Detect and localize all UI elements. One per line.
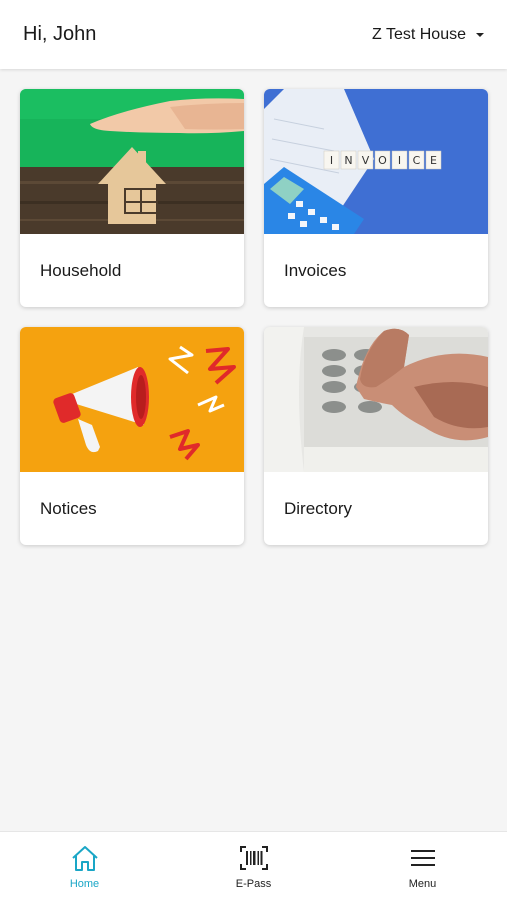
- barcode-icon: [238, 842, 270, 874]
- nav-home-label: Home: [69, 878, 100, 890]
- svg-text:N: N: [344, 154, 352, 167]
- household-image: [20, 89, 244, 234]
- caret-down-icon: [476, 32, 484, 37]
- house-selector-dropdown[interactable]: Z Test House: [372, 26, 484, 44]
- directory-label: Directory: [284, 498, 353, 518]
- greeting-text: Hi, John: [23, 23, 97, 45]
- svg-text:C: C: [413, 154, 421, 167]
- top-bar: Hi, John Z Test House: [0, 0, 507, 69]
- nav-menu[interactable]: Menu: [338, 832, 507, 900]
- invoices-image: INV OIC E: [264, 89, 488, 234]
- house-selector-label: Z Test House: [372, 25, 466, 43]
- nav-epass[interactable]: E-Pass: [169, 832, 338, 900]
- nav-epass-label: E-Pass: [235, 878, 272, 890]
- hamburger-menu-icon: [407, 842, 439, 874]
- nav-home[interactable]: Home: [0, 832, 169, 900]
- notices-label: Notices: [40, 498, 97, 518]
- svg-text:V: V: [362, 154, 370, 167]
- directory-image: [264, 327, 488, 472]
- svg-text:I: I: [398, 154, 401, 167]
- household-card[interactable]: Household: [20, 89, 244, 307]
- feature-grid: Household INV OIC E Invoices Notices Dir…: [20, 89, 488, 545]
- invoices-label: Invoices: [284, 260, 347, 280]
- notices-image: [20, 327, 244, 472]
- svg-text:E: E: [430, 154, 437, 167]
- directory-card[interactable]: Directory: [264, 327, 488, 545]
- invoices-card[interactable]: INV OIC E Invoices: [264, 89, 488, 307]
- notices-card[interactable]: Notices: [20, 327, 244, 545]
- nav-menu-label: Menu: [408, 878, 437, 890]
- home-icon: [69, 842, 101, 874]
- svg-text:I: I: [330, 154, 333, 167]
- bottom-navigation: Home E-Pass Menu: [0, 831, 507, 900]
- svg-text:O: O: [378, 154, 387, 167]
- household-label: Household: [40, 260, 122, 280]
